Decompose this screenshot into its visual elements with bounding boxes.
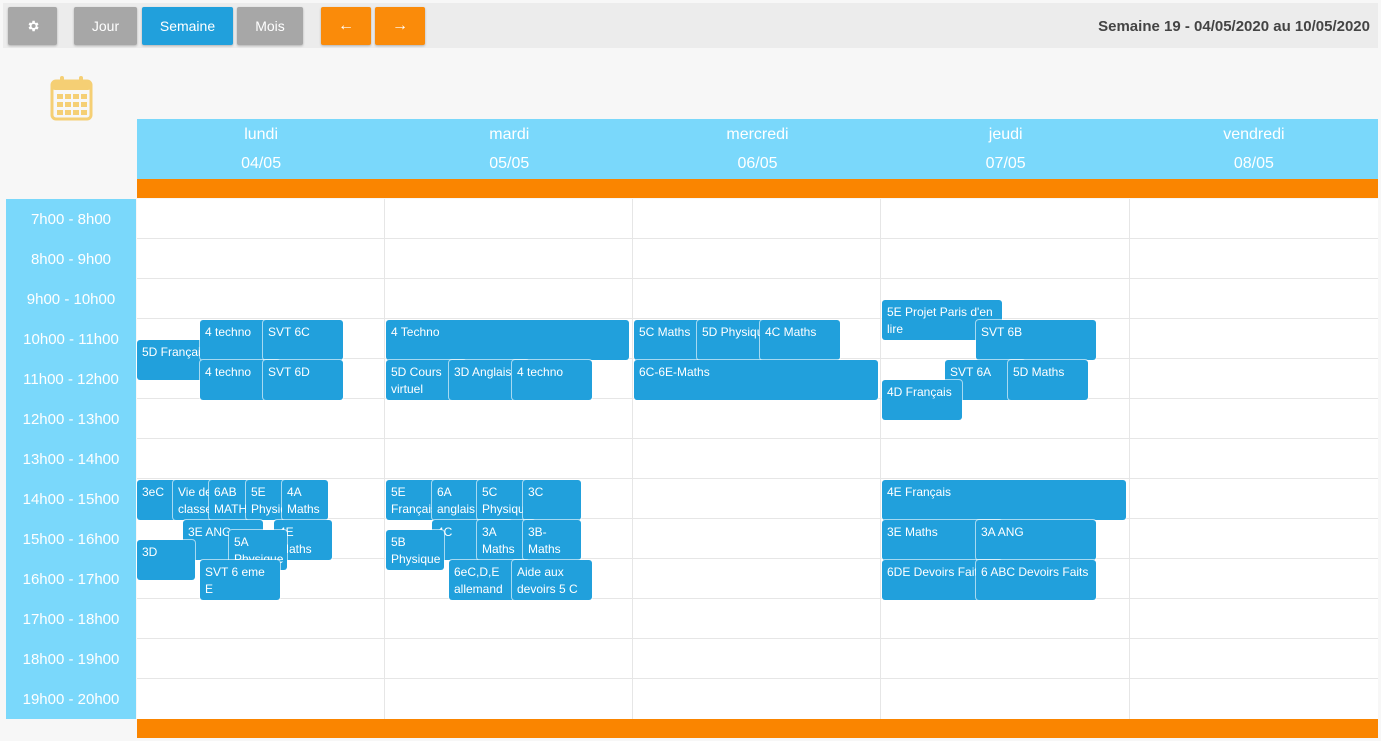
hour-column: 7h00 - 8h00 8h00 - 9h00 9h00 - 10h00 10h… <box>6 199 136 719</box>
hour-label: 7h00 - 8h00 <box>30 210 112 228</box>
calendar-grid[interactable] <box>137 199 1378 719</box>
hour-label: 11h00 - 12h00 <box>23 370 119 388</box>
day-name: vendredi <box>1223 126 1285 143</box>
grid-line <box>384 199 385 719</box>
hour-label: 12h00 - 13h00 <box>22 410 120 428</box>
event-card[interactable]: Aide aux devoirs 5 C et <box>512 560 592 600</box>
event-card[interactable]: 4 Techno <box>386 320 629 360</box>
day-name: jeudi <box>988 126 1023 143</box>
grid-line <box>137 478 1378 479</box>
calendar-icon <box>50 76 93 121</box>
grid-line <box>137 238 1378 239</box>
grid-line <box>137 598 1378 599</box>
day-column-header: lundi 04/05 <box>137 119 385 179</box>
day-name: mercredi <box>726 126 789 143</box>
event-card[interactable]: 4C Maths <box>760 320 840 360</box>
grid-line <box>632 199 633 719</box>
grid-line <box>880 199 881 719</box>
day-column-header: mardi 05/05 <box>385 119 633 179</box>
hour-label: 19h00 - 20h00 <box>22 690 120 708</box>
day-date: 08/05 <box>1233 155 1274 172</box>
next-week-button[interactable]: → <box>375 7 425 45</box>
hour-label: 18h00 - 19h00 <box>22 650 120 668</box>
event-card[interactable]: SVT 6B <box>976 320 1096 360</box>
event-card[interactable]: SVT 6C <box>263 320 343 360</box>
day-name: lundi <box>244 126 278 143</box>
settings-button[interactable] <box>8 7 57 45</box>
event-card[interactable]: SVT 6 eme E <box>200 560 280 600</box>
day-column-header: jeudi 07/05 <box>882 119 1130 179</box>
day-column-header: mercredi 06/05 <box>633 119 881 179</box>
month-view-button[interactable]: Mois <box>237 7 303 45</box>
grid-line <box>137 278 1378 279</box>
hour-label: 10h00 - 11h00 <box>23 330 119 348</box>
event-card[interactable]: 3D <box>137 540 195 580</box>
day-date: 05/05 <box>489 155 530 172</box>
day-view-button[interactable]: Jour <box>74 7 137 45</box>
event-card[interactable]: 4E Français <box>882 480 1126 520</box>
grid-line <box>137 678 1378 679</box>
event-card[interactable]: 6C-6E-Maths <box>634 360 878 400</box>
hour-label: 16h00 - 17h00 <box>22 570 120 588</box>
week-title: Semaine 19 - 04/05/2020 au 10/05/2020 <box>1098 18 1370 35</box>
grid-line <box>137 438 1378 439</box>
hour-label: 17h00 - 18h00 <box>22 610 120 628</box>
day-date: 04/05 <box>241 155 282 172</box>
event-card[interactable]: SVT 6D <box>263 360 343 400</box>
day-name: mardi <box>489 126 530 143</box>
grid-line <box>1129 199 1130 719</box>
event-card[interactable]: 4D Français <box>882 380 962 420</box>
event-card[interactable]: 3C <box>523 480 581 520</box>
hour-label: 14h00 - 15h00 <box>22 490 120 508</box>
header-divider-bar <box>137 179 1378 198</box>
event-card[interactable]: 4A Maths <box>282 480 328 520</box>
previous-week-button[interactable]: ← <box>321 7 371 45</box>
event-card[interactable]: 5B Physique <box>386 530 444 570</box>
week-view-button[interactable]: Semaine <box>142 7 233 45</box>
toolbar: Jour Semaine Mois ← → Semaine 19 - 04/05… <box>3 3 1378 48</box>
day-header: lundi 04/05 mardi 05/05 mercredi 06/05 j… <box>137 119 1378 179</box>
hour-label: 9h00 - 10h00 <box>26 290 116 308</box>
grid-line <box>137 318 1378 319</box>
day-date: 07/05 <box>985 155 1026 172</box>
gear-icon <box>28 20 39 32</box>
hour-label: 13h00 - 14h00 <box>22 450 120 468</box>
day-column-header: vendredi 08/05 <box>1130 119 1378 179</box>
grid-line <box>137 638 1378 639</box>
event-card[interactable]: 5D Maths <box>1008 360 1088 400</box>
event-card[interactable]: 3A ANG <box>976 520 1096 560</box>
day-date: 06/05 <box>737 155 778 172</box>
footer-divider-bar <box>137 719 1378 738</box>
hour-label: 8h00 - 9h00 <box>30 250 112 268</box>
event-card[interactable]: 3B-Maths <box>523 520 581 560</box>
hour-label: 15h00 - 16h00 <box>22 530 120 548</box>
event-card[interactable]: 6 ABC Devoirs Faits <box>976 560 1096 600</box>
event-card[interactable]: 4 techno <box>512 360 592 400</box>
